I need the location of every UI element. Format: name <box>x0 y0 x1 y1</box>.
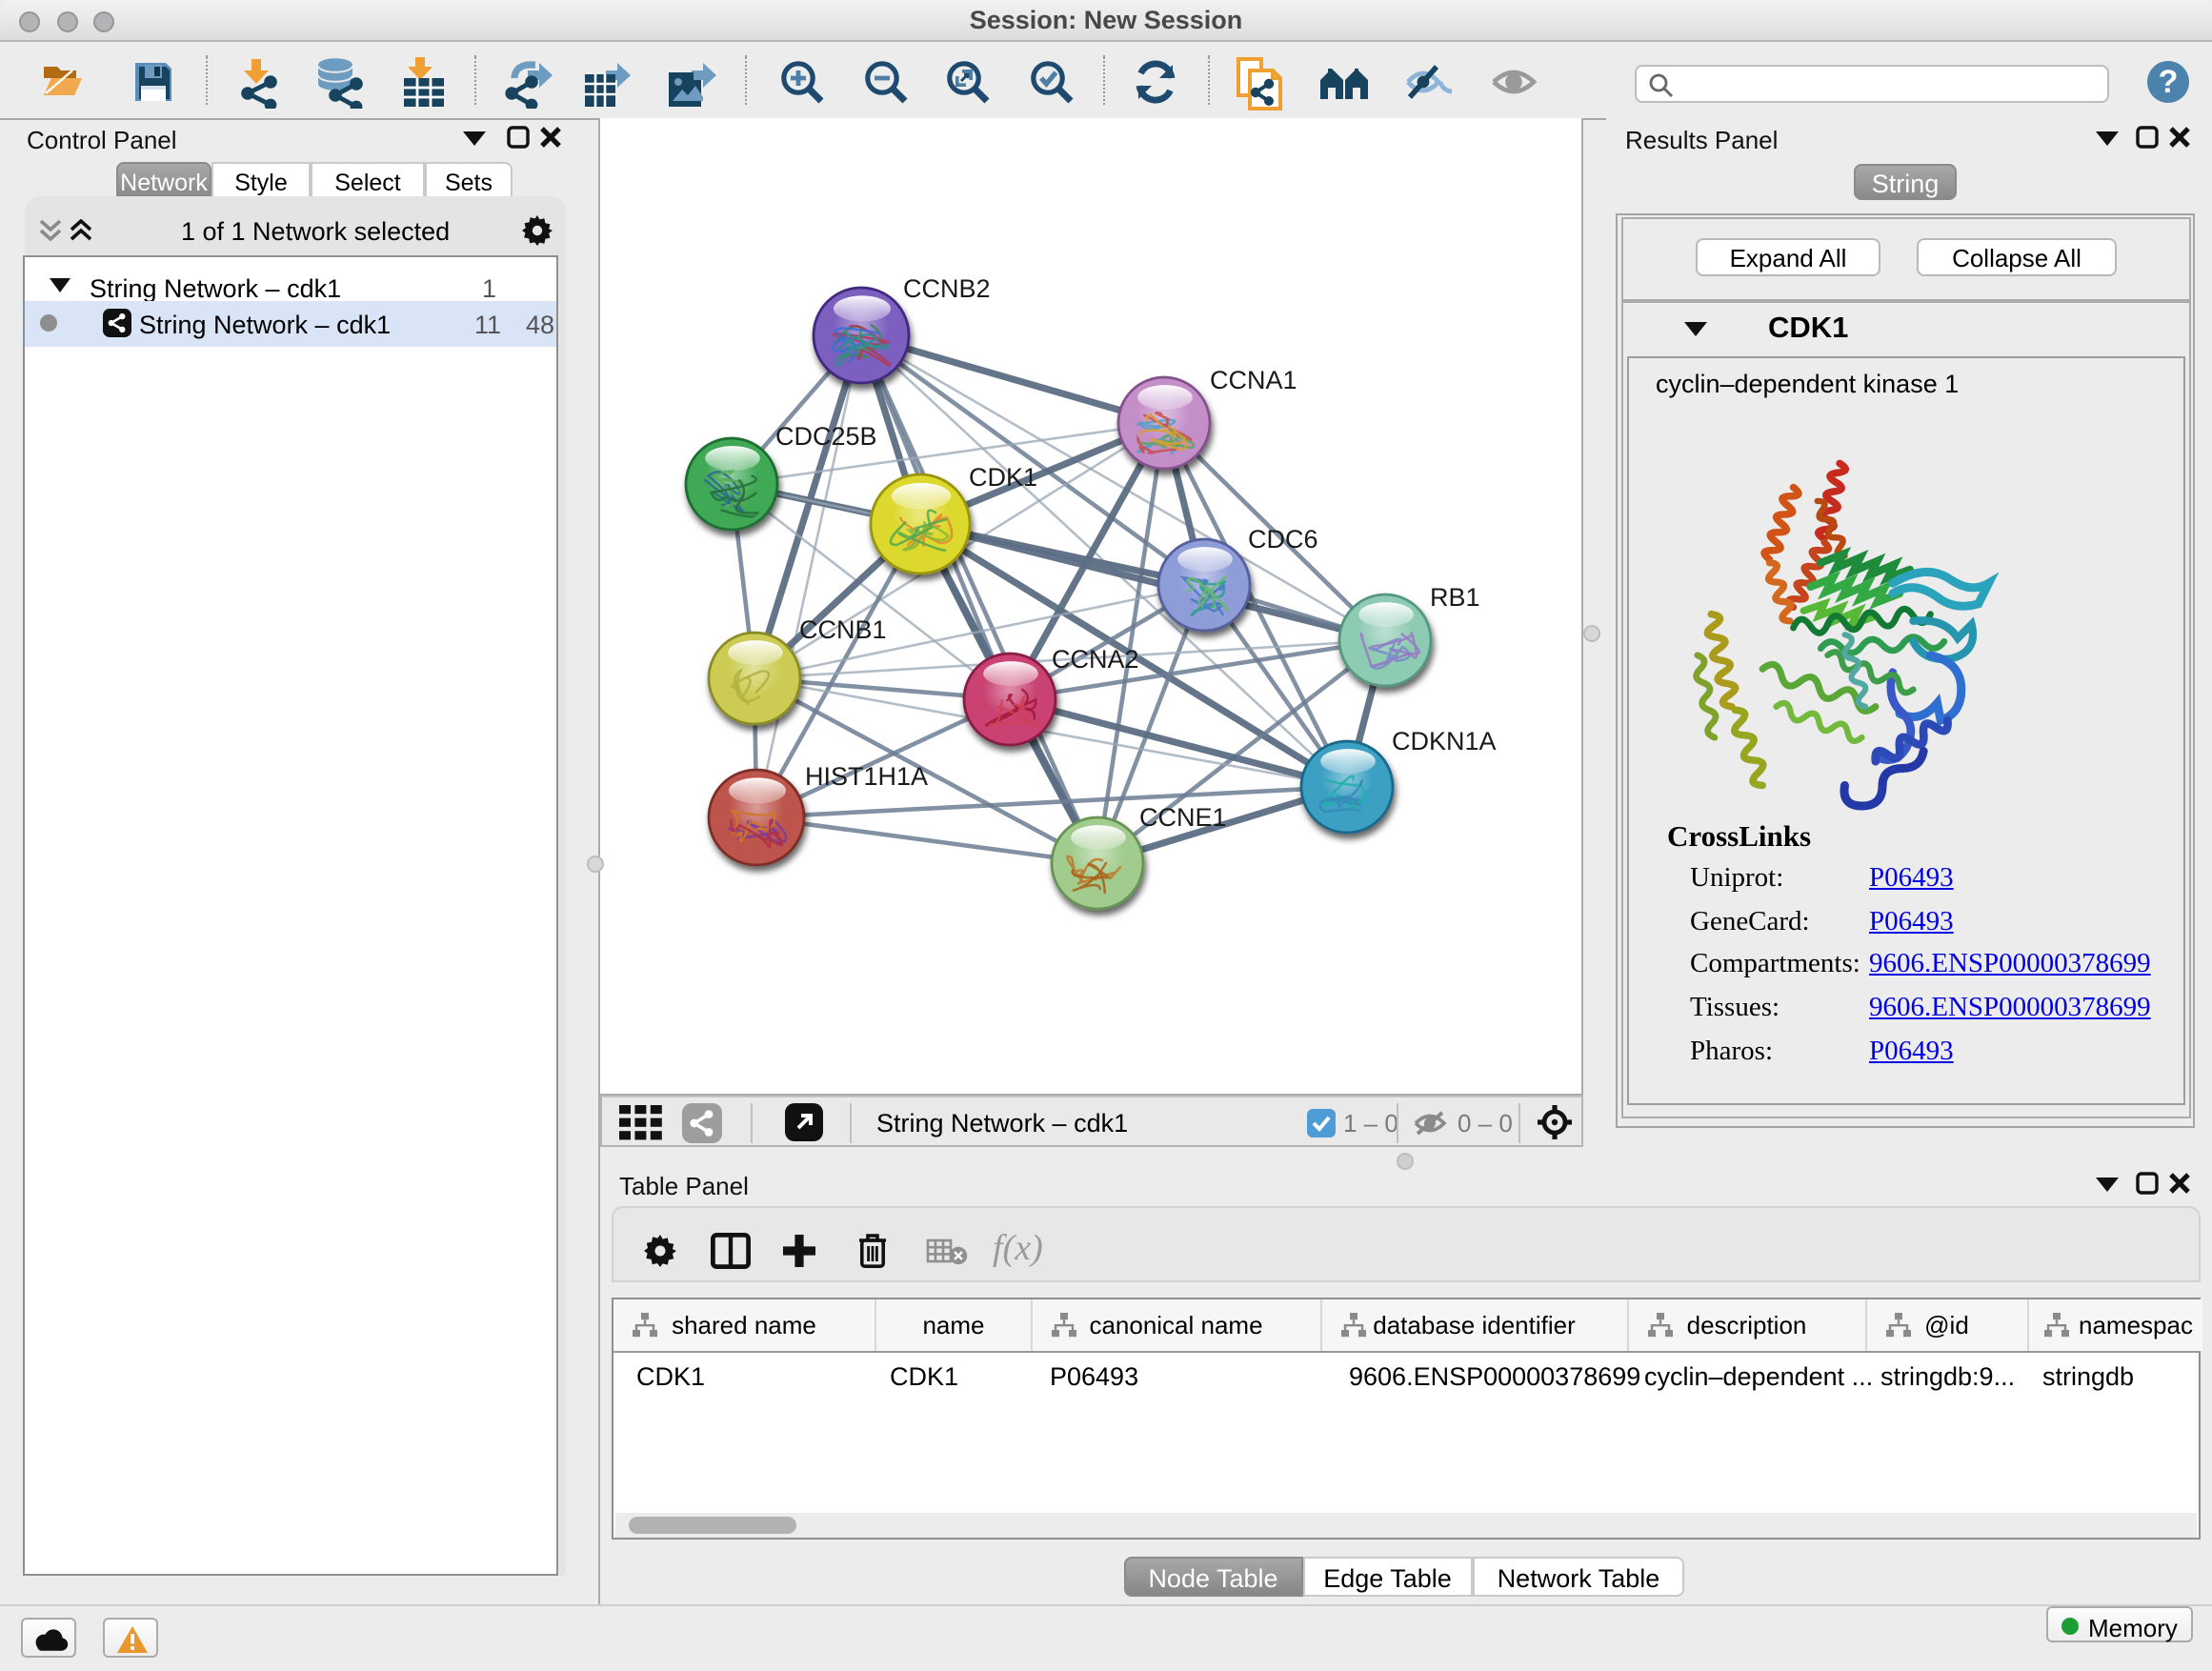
svg-text:HIST1H1A: HIST1H1A <box>805 762 928 791</box>
svg-text:CDC6: CDC6 <box>1248 525 1318 554</box>
svg-text:CCNA1: CCNA1 <box>1210 366 1297 394</box>
svg-text:CCNB2: CCNB2 <box>903 274 991 303</box>
svg-text:?: ? <box>2159 64 2179 100</box>
svg-text:CDC25B: CDC25B <box>775 422 877 451</box>
svg-text:RB1: RB1 <box>1430 583 1480 612</box>
svg-text:CCNA2: CCNA2 <box>1052 645 1139 674</box>
svg-text:CCNB1: CCNB1 <box>799 615 887 644</box>
svg-text:CDKN1A: CDKN1A <box>1392 727 1497 755</box>
svg-text:CCNE1: CCNE1 <box>1139 803 1227 832</box>
svg-text:CDK1: CDK1 <box>969 463 1037 492</box>
